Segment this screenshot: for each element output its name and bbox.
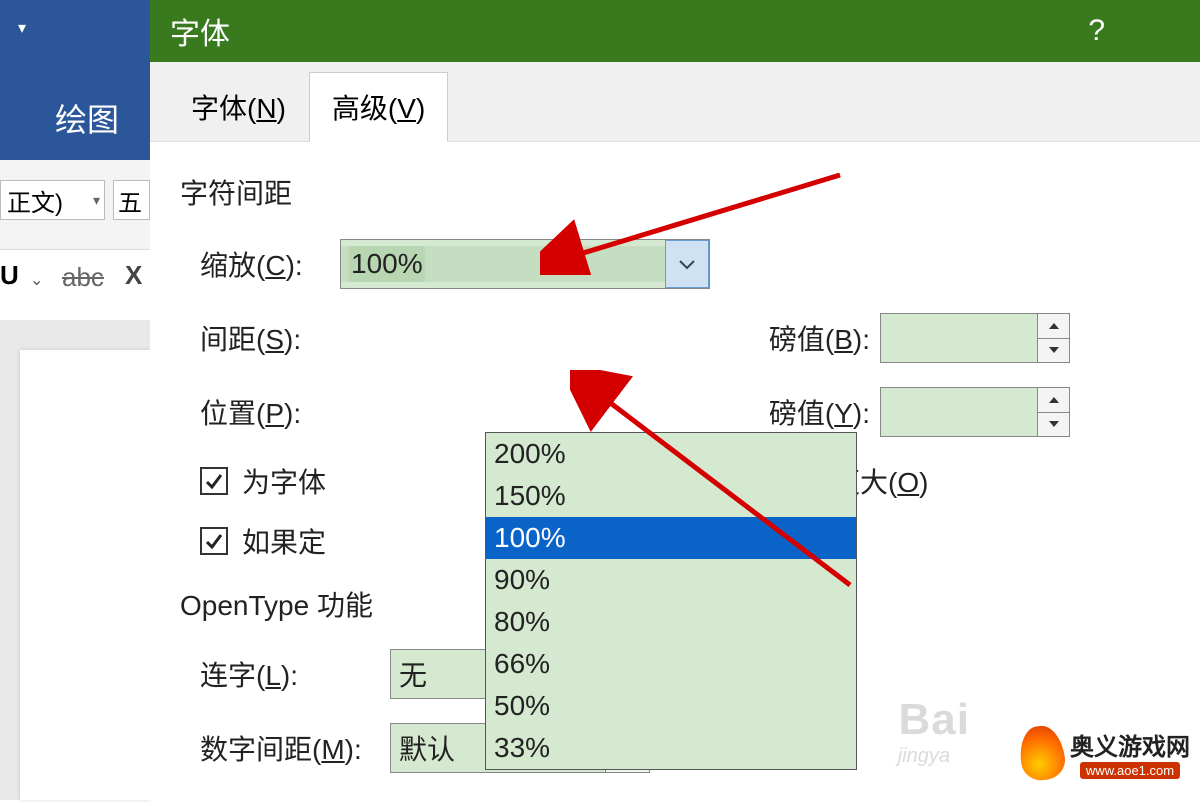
qat-customize-icon[interactable]: ▾ (18, 18, 26, 38)
number-spacing-label: 数字间距(M): (180, 728, 390, 768)
section-character-spacing: 字符间距 (180, 172, 1170, 212)
watermark-brand: Bai (899, 695, 970, 745)
strikethrough-button[interactable]: abc (62, 262, 104, 293)
scale-combo[interactable]: 100% (340, 239, 710, 289)
clear-formatting-button[interactable]: X (125, 260, 142, 291)
spin-down-icon[interactable] (1038, 413, 1069, 437)
points-y-label: 磅值(Y): (750, 392, 880, 432)
points-y-spinner[interactable] (880, 387, 1070, 437)
chevron-down-icon: ▾ (93, 192, 100, 209)
watermark-subtext: jingya (898, 745, 950, 768)
scale-option[interactable]: 100% (486, 517, 856, 559)
logo-text-url: www.aoe1.com (1080, 762, 1180, 779)
scale-option[interactable]: 50% (486, 685, 856, 727)
font-name-combo[interactable]: 正文) ▾ (0, 180, 105, 220)
scale-option[interactable]: 66% (486, 643, 856, 685)
scale-option[interactable]: 80% (486, 601, 856, 643)
snap-grid-checkbox[interactable] (200, 527, 228, 555)
chevron-down-icon[interactable]: ⌄ (30, 270, 43, 290)
kerning-label-prefix: 为字体 (242, 461, 326, 501)
font-size-value: 五 (118, 183, 142, 218)
tab-advanced-label: 高级 (332, 93, 388, 124)
spin-up-icon[interactable] (1038, 388, 1069, 413)
scale-value: 100% (349, 246, 425, 282)
site-logo: 奥义游戏网 www.aoe1.com (1020, 726, 1190, 780)
spin-down-icon[interactable] (1038, 339, 1069, 363)
snap-grid-label-prefix: 如果定 (242, 521, 326, 561)
kerning-checkbox[interactable] (200, 467, 228, 495)
underline-button[interactable]: U (0, 260, 19, 291)
scale-label: 缩放(C): (180, 244, 340, 284)
font-size-combo[interactable]: 五 (113, 180, 150, 220)
tab-advanced[interactable]: 高级(V) (309, 72, 448, 142)
logo-text-cn: 奥义游戏网 (1070, 727, 1190, 762)
points-b-label: 磅值(B): (750, 318, 880, 358)
spacing-label: 间距(S): (180, 318, 340, 358)
font-dialog: 字体 ? 字体(N) 高级(V) 字符间距 缩放(C): 100% 间距(S):… (150, 0, 1200, 800)
position-label: 位置(P): (180, 392, 340, 432)
ribbon-tab-draw[interactable]: 绘图 (55, 95, 119, 141)
scale-option[interactable]: 90% (486, 559, 856, 601)
word-ribbon-strip: ▾ 绘图 (0, 0, 150, 160)
document-page (20, 350, 150, 800)
scale-option[interactable]: 200% (486, 433, 856, 475)
scale-option[interactable]: 150% (486, 475, 856, 517)
ligature-label: 连字(L): (180, 654, 390, 694)
font-name-value: 正文) (7, 183, 63, 218)
points-b-spinner[interactable] (880, 313, 1070, 363)
tab-font[interactable]: 字体(N) (168, 72, 309, 142)
spin-up-icon[interactable] (1038, 314, 1069, 339)
tab-font-label: 字体 (191, 93, 247, 124)
scale-dropdown-list[interactable]: 200%150%100%90%80%66%50%33% (485, 432, 857, 770)
tab-font-key: N (256, 93, 276, 124)
dialog-advanced-pane: 字符间距 缩放(C): 100% 间距(S): 磅值(B): 位置(P): 磅值… (150, 142, 1200, 812)
flame-icon (1020, 726, 1064, 780)
help-button[interactable]: ? (1088, 14, 1105, 48)
dialog-title: 字体 (170, 9, 230, 53)
tab-advanced-key: V (397, 93, 416, 124)
dialog-tab-strip: 字体(N) 高级(V) (150, 62, 1200, 142)
scale-dropdown-button[interactable] (665, 240, 709, 288)
dialog-titlebar: 字体 ? (150, 0, 1200, 62)
scale-option[interactable]: 33% (486, 727, 856, 769)
